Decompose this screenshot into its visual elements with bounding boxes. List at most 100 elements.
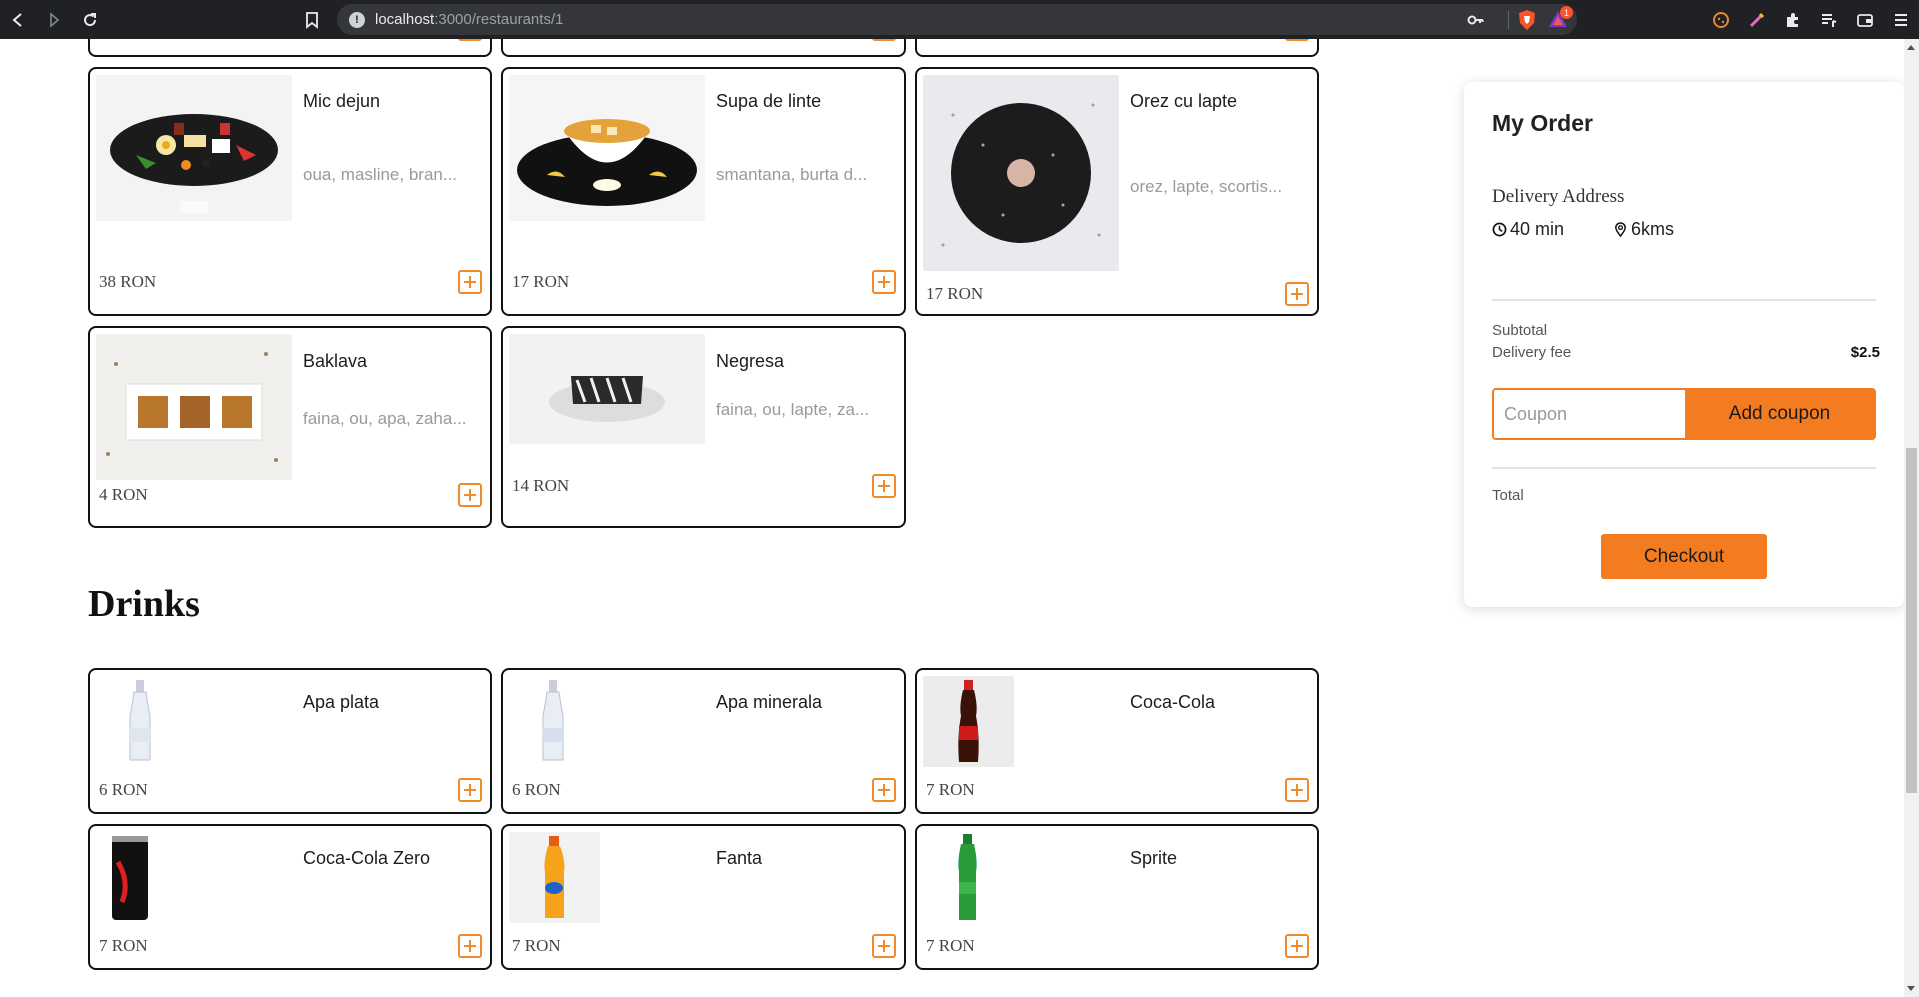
add-to-order-button[interactable] <box>458 778 482 802</box>
menu-item-card[interactable]: Coca-Cola Zero 7 RON <box>88 824 492 970</box>
item-name: Fanta <box>716 848 763 868</box>
delivery-time-value: 40 min <box>1510 219 1565 239</box>
menu-item-card[interactable]: Supa de linte smantana, burta d... 17 RO… <box>501 67 906 316</box>
rice-pudding-image <box>923 75 1119 271</box>
item-name: Supa de linte <box>716 91 822 111</box>
add-to-order-button[interactable] <box>1285 39 1309 41</box>
item-price: 4 RON <box>99 485 148 504</box>
item-description: oua, masline, bran... <box>303 165 458 184</box>
menu-item-card[interactable]: Mic dejun oua, masline, bran... 38 RON <box>88 67 492 316</box>
restaurant-page: Mic dejun oua, masline, bran... 38 RON S… <box>0 39 1904 997</box>
item-price: 17 RON <box>512 272 570 291</box>
item-price: 17 RON <box>926 284 984 303</box>
item-price: 7 RON <box>926 936 975 955</box>
order-divider <box>1492 467 1876 469</box>
extension-color-picker-button[interactable] <box>1739 0 1775 39</box>
delivery-distance: 6kms <box>1613 219 1674 240</box>
add-to-order-button[interactable] <box>1285 778 1309 802</box>
item-price: 7 RON <box>512 936 561 955</box>
order-panel: My Order Delivery Address 40 min 6kms Su… <box>1464 82 1904 607</box>
item-name: Apa plata <box>303 692 380 712</box>
lentil-soup-image <box>509 75 705 221</box>
menu-item-card-partial[interactable] <box>915 39 1319 57</box>
location-pin-icon <box>1615 222 1626 237</box>
forward-arrow-icon <box>50 11 60 28</box>
menu-item-card[interactable]: Coca-Cola 7 RON <box>915 668 1319 814</box>
delivery-time: 40 min <box>1492 219 1564 240</box>
add-to-order-button[interactable] <box>872 39 896 41</box>
item-price: 14 RON <box>512 476 570 495</box>
extension-cookie-button[interactable] <box>1703 0 1739 39</box>
wallet-button[interactable] <box>1847 0 1883 39</box>
add-to-order-button[interactable] <box>872 934 896 958</box>
item-name: Baklava <box>303 351 368 371</box>
add-to-order-button[interactable] <box>1285 282 1309 306</box>
still-water-bottle-image <box>96 676 186 766</box>
negresa-cake-image <box>509 334 705 444</box>
order-divider <box>1492 299 1876 301</box>
rewards-badge: 1 <box>1560 6 1573 19</box>
extensions-button[interactable] <box>1775 0 1811 39</box>
url-text: localhost:3000/restaurants/1 <box>375 11 564 28</box>
baklava-image <box>96 334 292 480</box>
checkout-button[interactable]: Checkout <box>1601 534 1767 579</box>
add-to-order-button[interactable] <box>458 483 482 507</box>
item-description: faina, ou, apa, zaha... <box>303 409 467 428</box>
delivery-distance-value: 6kms <box>1631 219 1675 239</box>
menu-item-card[interactable]: Negresa faina, ou, lapte, za... 14 RON <box>501 326 906 528</box>
scroll-down-arrow-icon[interactable] <box>1907 986 1915 991</box>
address-divider <box>1508 11 1509 29</box>
item-name: Sprite <box>1130 848 1178 868</box>
add-to-order-button[interactable] <box>872 474 896 498</box>
wallet-icon <box>1857 13 1873 27</box>
playlist-icon <box>1822 13 1837 27</box>
subtotal-label: Subtotal <box>1492 322 1548 339</box>
item-price: 7 RON <box>926 780 975 799</box>
add-to-order-button[interactable] <box>1285 934 1309 958</box>
scrollbar-thumb[interactable] <box>1906 448 1917 793</box>
scroll-up-arrow-icon[interactable] <box>1907 45 1915 50</box>
menu-item-card[interactable]: Orez cu lapte orez, lapte, scortis... 17… <box>915 67 1319 316</box>
menu-item-card[interactable]: Apa plata 6 RON <box>88 668 492 814</box>
add-to-order-button[interactable] <box>458 270 482 294</box>
add-to-order-button[interactable] <box>872 270 896 294</box>
menu-item-card-partial[interactable] <box>501 39 906 57</box>
coupon-input[interactable] <box>1494 390 1685 438</box>
drinks-section-title: Drinks <box>88 583 200 625</box>
delivery-fee-value: $2.5 <box>1850 344 1880 361</box>
delivery-fee-label: Delivery fee <box>1492 344 1572 361</box>
hamburger-menu-icon <box>1895 13 1907 26</box>
back-button[interactable] <box>0 0 36 39</box>
bookmark-button[interactable] <box>300 8 324 32</box>
add-to-order-button[interactable] <box>458 39 482 41</box>
site-info-icon[interactable]: ! <box>349 11 365 28</box>
menu-item-card-partial[interactable] <box>88 39 492 57</box>
item-name: Coca-Cola Zero <box>303 848 431 868</box>
add-to-order-button[interactable] <box>872 778 896 802</box>
delivery-address-label: Delivery Address <box>1492 186 1625 207</box>
add-coupon-button[interactable]: Add coupon <box>1685 390 1874 438</box>
item-description: smantana, burta d... <box>716 165 868 184</box>
fanta-bottle-image <box>509 832 600 923</box>
menu-item-card[interactable]: Sprite 7 RON <box>915 824 1319 970</box>
forward-button[interactable] <box>36 0 72 39</box>
back-arrow-icon <box>12 12 22 27</box>
item-name: Negresa <box>716 351 785 371</box>
menu-item-card[interactable]: Baklava faina, ou, apa, zaha... 4 RON <box>88 326 492 528</box>
brave-shield-icon[interactable] <box>1517 9 1537 31</box>
item-price: 38 RON <box>99 272 157 291</box>
menu-button[interactable] <box>1883 0 1919 39</box>
bookmark-icon <box>306 12 318 29</box>
reload-button[interactable] <box>72 0 108 39</box>
add-to-order-button[interactable] <box>458 934 482 958</box>
total-label: Total <box>1492 487 1524 504</box>
pen-extension-icon <box>1749 12 1765 27</box>
menu-item-card[interactable]: Fanta 7 RON <box>501 824 906 970</box>
reading-list-button[interactable] <box>1811 0 1847 39</box>
address-bar[interactable]: ! localhost:3000/restaurants/1 1 <box>337 4 1577 35</box>
password-key-icon[interactable] <box>1467 11 1485 29</box>
coupon-form: Add coupon <box>1492 388 1876 440</box>
coca-cola-bottle-image <box>923 676 1014 767</box>
menu-item-card[interactable]: Apa minerala 6 RON <box>501 668 906 814</box>
page-scrollbar[interactable] <box>1904 39 1919 997</box>
